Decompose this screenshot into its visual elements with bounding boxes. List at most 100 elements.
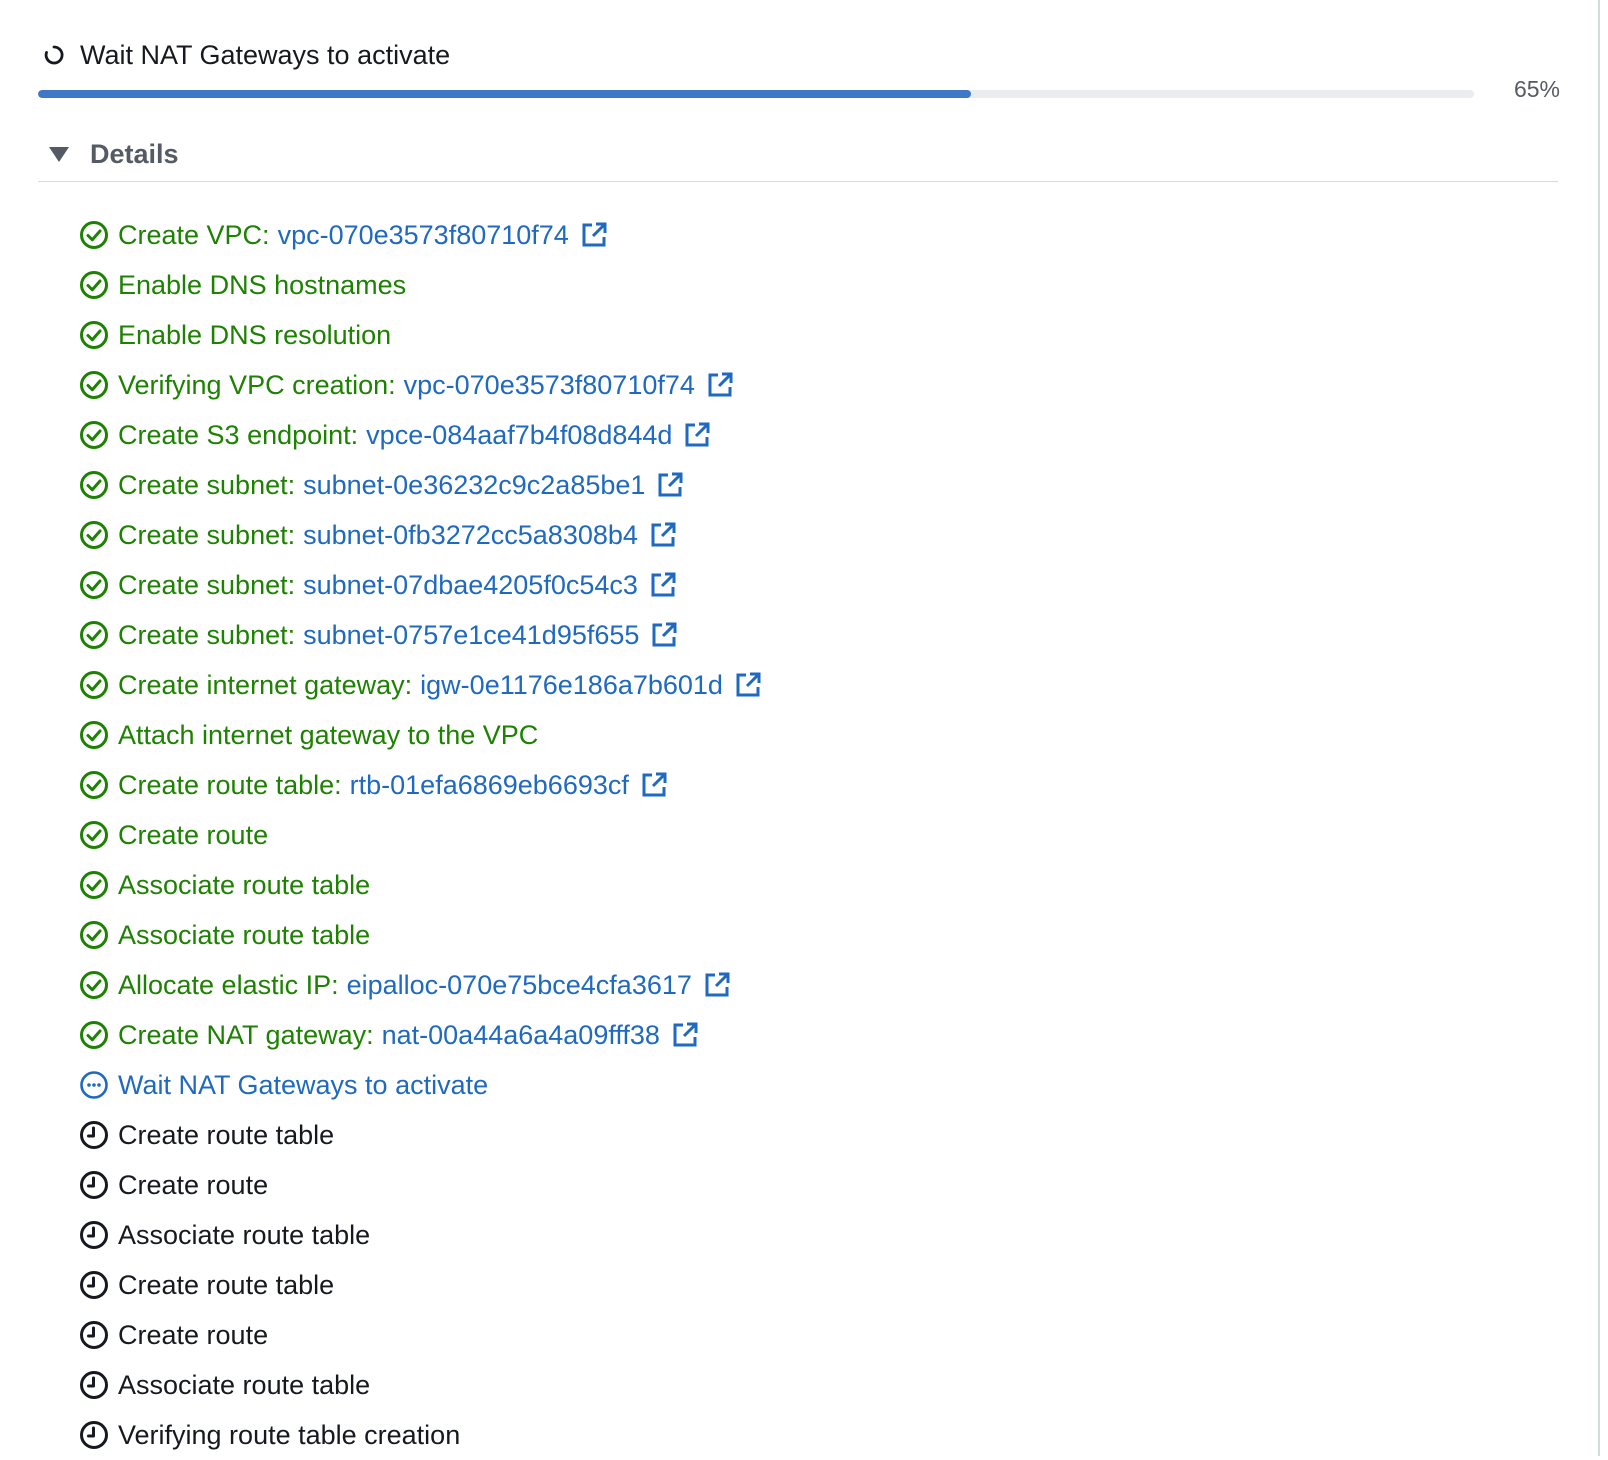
resource-link[interactable]: vpce-084aaf7b4f08d844d <box>366 420 672 451</box>
step-label: Create NAT gateway: <box>118 1019 374 1050</box>
step-item: Wait NAT Gateways to activate <box>78 1060 763 1110</box>
step-item: Create subnet: subnet-0fb3272cc5a8308b4 <box>78 510 763 560</box>
step-label: Associate route table <box>118 1369 371 1400</box>
external-link-icon[interactable] <box>648 520 678 550</box>
step-list: Create VPC: vpc-070e3573f80710f74 Enable D… <box>78 210 763 1460</box>
step-item: Create route table <box>78 1260 763 1310</box>
step-label: Create subnet: <box>118 569 296 600</box>
step-item: Create subnet: subnet-0757e1ce41d95f655 <box>78 610 763 660</box>
resource-link[interactable]: rtb-01efa6869eb6693cf <box>350 770 629 801</box>
step-item: Create subnet: subnet-07dbae4205f0c54c3 <box>78 560 763 610</box>
step-item: Create S3 endpoint: vpce-084aaf7b4f08d844… <box>78 410 763 460</box>
progress-title: Wait NAT Gateways to activate <box>80 39 451 70</box>
external-link-icon[interactable] <box>655 470 685 500</box>
caret-down-icon <box>48 142 72 166</box>
status-success-icon <box>78 919 110 951</box>
resource-link[interactable]: subnet-0e36232c9c2a85be1 <box>303 470 645 501</box>
status-pending-icon <box>78 1269 110 1301</box>
step-item: Create internet gateway: igw-0e1176e186a7… <box>78 660 763 710</box>
external-link-icon[interactable] <box>639 770 669 800</box>
status-success-icon <box>78 1019 110 1051</box>
step-label: Enable DNS resolution <box>118 319 392 350</box>
status-success-icon <box>78 669 110 701</box>
status-success-icon <box>78 619 110 651</box>
step-item: Create VPC: vpc-070e3573f80710f74 <box>78 210 763 260</box>
step-item: Create NAT gateway: nat-00a44a6a4a09fff38 <box>78 1010 763 1060</box>
panel-right-border <box>1598 0 1600 1456</box>
step-item: Associate route table <box>78 860 763 910</box>
progress-bar <box>38 90 1474 98</box>
step-label: Associate route table <box>118 1219 371 1250</box>
resource-link[interactable]: vpc-070e3573f80710f74 <box>404 370 695 401</box>
step-item: Enable DNS hostnames <box>78 260 763 310</box>
resource-link[interactable]: igw-0e1176e186a7b601d <box>420 670 723 701</box>
step-label: Verifying route table creation <box>118 1419 461 1450</box>
resource-link[interactable]: subnet-0757e1ce41d95f655 <box>303 620 639 651</box>
step-item: Attach internet gateway to the VPC <box>78 710 763 760</box>
resource-link[interactable]: eipalloc-070e75bce4cfa3617 <box>347 970 692 1001</box>
step-label: Create route table <box>118 1269 335 1300</box>
step-item: Create route <box>78 810 763 860</box>
step-item: Enable DNS resolution <box>78 310 763 360</box>
step-label: Create route table <box>118 1119 335 1150</box>
status-success-icon <box>78 319 110 351</box>
external-link-icon[interactable] <box>670 1020 700 1050</box>
step-label: Create VPC: <box>118 219 270 250</box>
details-toggle[interactable]: Details <box>48 130 179 178</box>
external-link-icon[interactable] <box>733 670 763 700</box>
step-label: Create S3 endpoint: <box>118 419 359 450</box>
step-label: Associate route table <box>118 919 371 950</box>
progress-bar-fill <box>38 90 972 98</box>
step-label: Allocate elastic IP: <box>118 969 339 1000</box>
status-in-progress-icon <box>78 1069 110 1101</box>
spinner-icon <box>40 41 68 69</box>
step-item: Create route <box>78 1160 763 1210</box>
external-link-icon[interactable] <box>702 970 732 1000</box>
step-label: Create subnet: <box>118 519 296 550</box>
resource-link[interactable]: vpc-070e3573f80710f74 <box>278 220 569 251</box>
status-success-icon <box>78 419 110 451</box>
step-label: Wait NAT Gateways to activate <box>118 1069 489 1100</box>
status-pending-icon <box>78 1119 110 1151</box>
external-link-icon[interactable] <box>682 420 712 450</box>
step-item: Verifying route table creation <box>78 1410 763 1460</box>
step-item: Create route <box>78 1310 763 1360</box>
external-link-icon[interactable] <box>579 220 609 250</box>
step-item: Associate route table <box>78 1210 763 1260</box>
progress-percent: 65% <box>1513 76 1560 102</box>
resource-link[interactable]: nat-00a44a6a4a09fff38 <box>382 1020 660 1051</box>
external-link-icon[interactable] <box>648 570 678 600</box>
status-pending-icon <box>78 1219 110 1251</box>
step-label: Create subnet: <box>118 619 296 650</box>
step-label: Create route <box>118 819 269 850</box>
step-item: Associate route table <box>78 910 763 960</box>
step-label: Create subnet: <box>118 469 296 500</box>
external-link-icon[interactable] <box>705 370 735 400</box>
status-pending-icon <box>78 1369 110 1401</box>
status-success-icon <box>78 769 110 801</box>
status-success-icon <box>78 569 110 601</box>
status-success-icon <box>78 869 110 901</box>
step-item: Associate route table <box>78 1360 763 1410</box>
step-item: Create subnet: subnet-0e36232c9c2a85be1 <box>78 460 763 510</box>
step-label: Associate route table <box>118 869 371 900</box>
status-success-icon <box>78 969 110 1001</box>
step-label: Enable DNS hostnames <box>118 269 407 300</box>
status-success-icon <box>78 819 110 851</box>
step-item: Allocate elastic IP: eipalloc-070e75bce4c… <box>78 960 763 1010</box>
step-item: Create route table: rtb-01efa6869eb6693cf <box>78 760 763 810</box>
status-success-icon <box>78 719 110 751</box>
step-label: Create route table: <box>118 769 342 800</box>
step-item: Create route table <box>78 1110 763 1160</box>
resource-link[interactable]: subnet-07dbae4205f0c54c3 <box>303 570 638 601</box>
step-label: Create route <box>118 1169 269 1200</box>
external-link-icon[interactable] <box>649 620 679 650</box>
step-label: Create internet gateway: <box>118 669 413 700</box>
status-success-icon <box>78 369 110 401</box>
status-pending-icon <box>78 1319 110 1351</box>
step-label: Attach internet gateway to the VPC <box>118 719 539 750</box>
progress-header: Wait NAT Gateways to activate <box>40 30 450 80</box>
step-item: Verifying VPC creation: vpc-070e3573f8071… <box>78 360 763 410</box>
status-pending-icon <box>78 1419 110 1451</box>
resource-link[interactable]: subnet-0fb3272cc5a8308b4 <box>303 520 638 551</box>
